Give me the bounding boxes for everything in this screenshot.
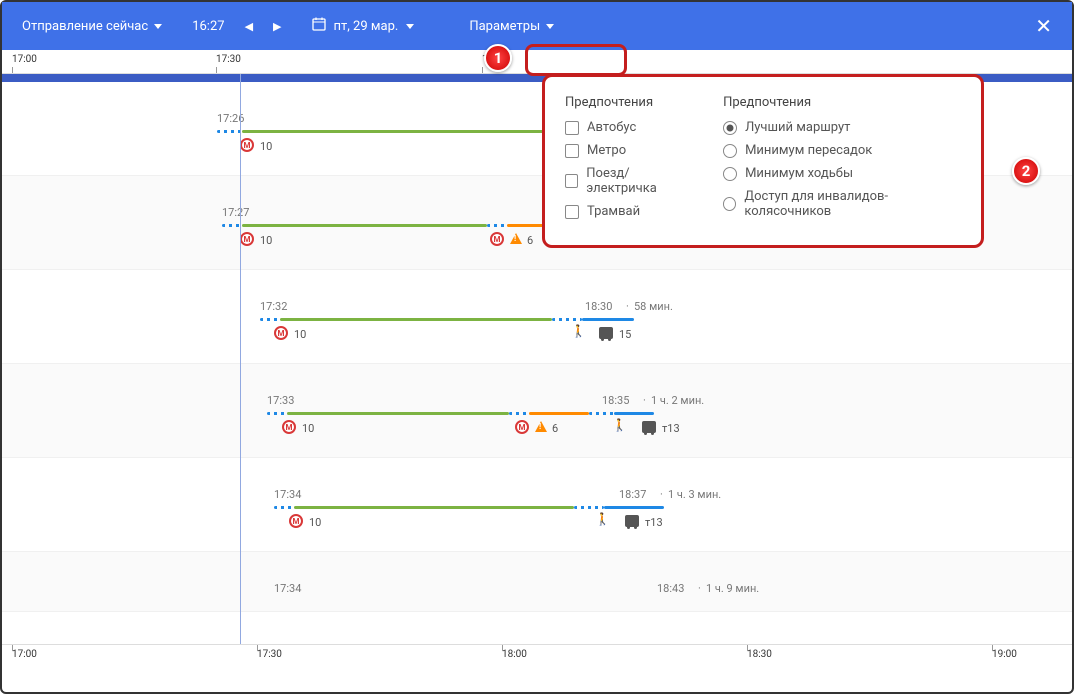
- time-next-icon[interactable]: ▶: [273, 20, 281, 33]
- chevron-down-icon: [406, 24, 414, 29]
- annotation-highlight-1: [525, 44, 627, 76]
- annotation-badge-2: 2: [1012, 157, 1040, 185]
- metro-icon: М: [289, 514, 303, 528]
- walk-icon: 🚶: [595, 512, 610, 526]
- radio-best-route[interactable]: Лучший маршрут: [723, 120, 961, 135]
- warning-icon: [510, 233, 522, 244]
- depart-dropdown[interactable]: Отправление сейчас: [22, 19, 162, 34]
- walk-icon: 🚶: [571, 324, 586, 338]
- metro-icon: М: [490, 232, 504, 246]
- route-row[interactable]: 17:34 18:43 · 1 ч. 9 мин.: [2, 552, 1072, 612]
- time-value[interactable]: 16:27: [192, 19, 224, 34]
- route-row[interactable]: 17:34 18:37 · 1 ч. 3 мин. М 10 🚶 т13: [2, 458, 1072, 552]
- chevron-down-icon: [154, 24, 162, 29]
- popup-heading: Предпочтения: [565, 95, 693, 110]
- checkbox-bus[interactable]: Автобус: [565, 120, 693, 135]
- now-line: [240, 74, 241, 644]
- params-popup: Предпочтения Автобус Метро Поезд/электри…: [542, 74, 984, 248]
- time-prev-icon[interactable]: ◀: [245, 20, 253, 33]
- metro-icon: М: [240, 232, 254, 246]
- annotation-badge-1: 1: [484, 44, 512, 72]
- checkbox-metro[interactable]: Метро: [565, 143, 693, 158]
- params-dropdown[interactable]: Параметры: [469, 19, 554, 34]
- time-control: 16:27 ◀ ▶: [192, 19, 281, 34]
- bus-icon: [599, 327, 613, 339]
- route-row[interactable]: 17:33 18:35 · 1 ч. 2 мин. М 10 М 6 🚶 т13: [2, 364, 1072, 458]
- metro-icon: М: [274, 326, 288, 340]
- route-row[interactable]: 17:32 18:30 · 58 мин. М 10 🚶 15: [2, 270, 1072, 364]
- bus-icon: [642, 421, 656, 433]
- bus-icon: [625, 515, 639, 527]
- popup-heading: Предпочтения: [723, 95, 961, 110]
- checkbox-train[interactable]: Поезд/электричка: [565, 166, 693, 196]
- calendar-icon: [312, 17, 326, 35]
- checkbox-tram[interactable]: Трамвай: [565, 204, 693, 219]
- radio-fewer-transfers[interactable]: Минимум пересадок: [723, 143, 961, 158]
- close-icon[interactable]: ✕: [1035, 14, 1052, 38]
- walk-icon: 🚶: [612, 418, 627, 432]
- ruler-bottom: 17:00 17:30 18:00 18:30 19:00: [2, 644, 1072, 668]
- chevron-down-icon: [546, 24, 554, 29]
- header: Отправление сейчас 16:27 ◀ ▶ пт, 29 мар.…: [2, 2, 1072, 50]
- radio-wheelchair[interactable]: Доступ для инвалидов-колясочников: [723, 189, 961, 219]
- radio-less-walking[interactable]: Минимум ходьбы: [723, 166, 961, 181]
- metro-icon: М: [515, 420, 529, 434]
- metro-icon: М: [282, 420, 296, 434]
- metro-icon: М: [240, 138, 254, 152]
- warning-icon: [535, 421, 547, 432]
- date-control[interactable]: пт, 29 мар.: [312, 17, 415, 35]
